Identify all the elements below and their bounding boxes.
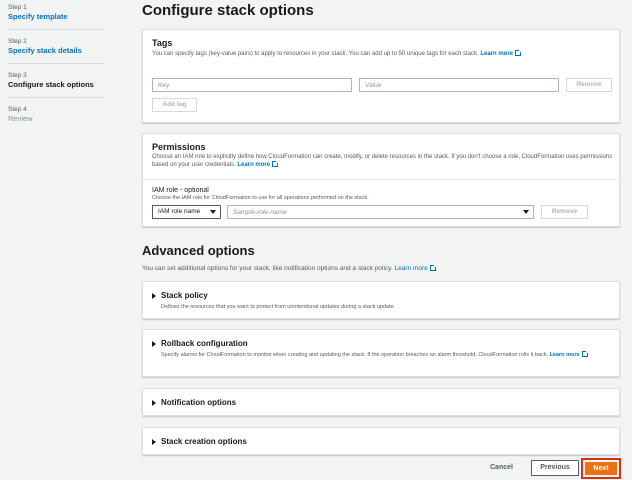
permissions-description: Choose an IAM role to explicitly define … [152, 154, 613, 168]
stack-policy-description: Defines the resources that you want to p… [161, 304, 396, 310]
caret-right-icon [152, 439, 156, 445]
step-label-specify-stack-details[interactable]: Specify stack details [8, 46, 104, 56]
tag-key-input[interactable]: Key [152, 78, 352, 92]
advanced-learn-more-link[interactable]: Learn more [395, 265, 428, 272]
stack-creation-options-expander[interactable]: Stack creation options [142, 427, 620, 455]
chevron-down-icon [523, 210, 529, 214]
external-link-icon [581, 350, 589, 357]
step-divider [8, 29, 104, 30]
tag-remove-button[interactable]: Remove [566, 78, 612, 92]
divider [143, 179, 619, 180]
wizard-step-4: Step 4 Review [8, 106, 104, 124]
iam-role-type-select[interactable]: IAM role name [152, 205, 221, 219]
wizard-step-1[interactable]: Step 1 Specify template [8, 4, 104, 22]
step-number: Step 1 [8, 4, 27, 11]
step-label-configure-stack-options: Configure stack options [8, 80, 94, 89]
step-divider [8, 63, 104, 64]
iam-role-description: Choose the IAM role for CloudFormation t… [152, 195, 369, 201]
step-divider [8, 97, 104, 98]
rollback-configuration-title[interactable]: Rollback configuration [161, 339, 248, 348]
permissions-panel: Permissions Choose an IAM role to explic… [142, 133, 620, 227]
wizard-navigation: Step 1 Specify template Step 2 Specify s… [0, 0, 122, 480]
next-button-highlight: Next [581, 458, 621, 479]
next-button[interactable]: Next [585, 462, 617, 475]
caret-right-icon [152, 400, 156, 406]
tag-value-input[interactable]: Value [359, 78, 559, 92]
tags-description: You can specify tags (key-value pairs) t… [152, 49, 612, 58]
external-link-icon [272, 160, 280, 167]
stack-policy-title[interactable]: Stack policy [161, 291, 208, 300]
rollback-learn-more-link[interactable]: Learn [550, 352, 565, 358]
rollback-learn-more-link[interactable]: more [566, 352, 579, 358]
chevron-down-icon [210, 210, 216, 214]
wizard-step-3: Step 3 Configure stack options [8, 72, 104, 90]
stack-policy-expander[interactable]: Stack policy Defines the resources that … [142, 281, 620, 319]
tags-title: Tags [152, 38, 173, 48]
caret-right-icon [152, 341, 156, 347]
tags-learn-more-link[interactable]: Learn more [480, 51, 513, 57]
iam-role-name-select[interactable]: Sample-role-name [227, 205, 534, 219]
external-link-icon [429, 264, 437, 271]
step-label-specify-template[interactable]: Specify template [8, 12, 104, 22]
step-number: Step 3 [8, 72, 27, 79]
step-label-review: Review [8, 114, 33, 123]
notification-options-title[interactable]: Notification options [161, 398, 236, 407]
page-title: Configure stack options [142, 2, 314, 19]
add-tag-button[interactable]: Add tag [152, 98, 197, 112]
wizard-step-2[interactable]: Step 2 Specify stack details [8, 38, 104, 56]
step-number: Step 4 [8, 106, 27, 113]
iam-role-remove-button[interactable]: Remove [541, 205, 588, 219]
caret-right-icon [152, 293, 156, 299]
advanced-options-heading: Advanced options [142, 243, 255, 258]
permissions-title: Permissions [152, 142, 206, 152]
previous-button[interactable]: Previous [531, 460, 579, 476]
advanced-options-description: You can set additional options for your … [142, 264, 437, 272]
stack-creation-options-title[interactable]: Stack creation options [161, 437, 247, 446]
notification-options-expander[interactable]: Notification options [142, 388, 620, 416]
external-link-icon [515, 49, 522, 56]
step-number: Step 2 [8, 38, 27, 45]
rollback-configuration-expander[interactable]: Rollback configuration Specify alarms fo… [142, 329, 620, 377]
rollback-configuration-description: Specify alarms for CloudFormation to mon… [161, 350, 611, 359]
iam-role-label: IAM role - optional [152, 187, 209, 194]
permissions-learn-more-link[interactable]: Learn more [237, 162, 270, 168]
cancel-button[interactable]: Cancel [490, 464, 513, 471]
tags-panel: Tags You can specify tags (key-value pai… [142, 29, 620, 123]
